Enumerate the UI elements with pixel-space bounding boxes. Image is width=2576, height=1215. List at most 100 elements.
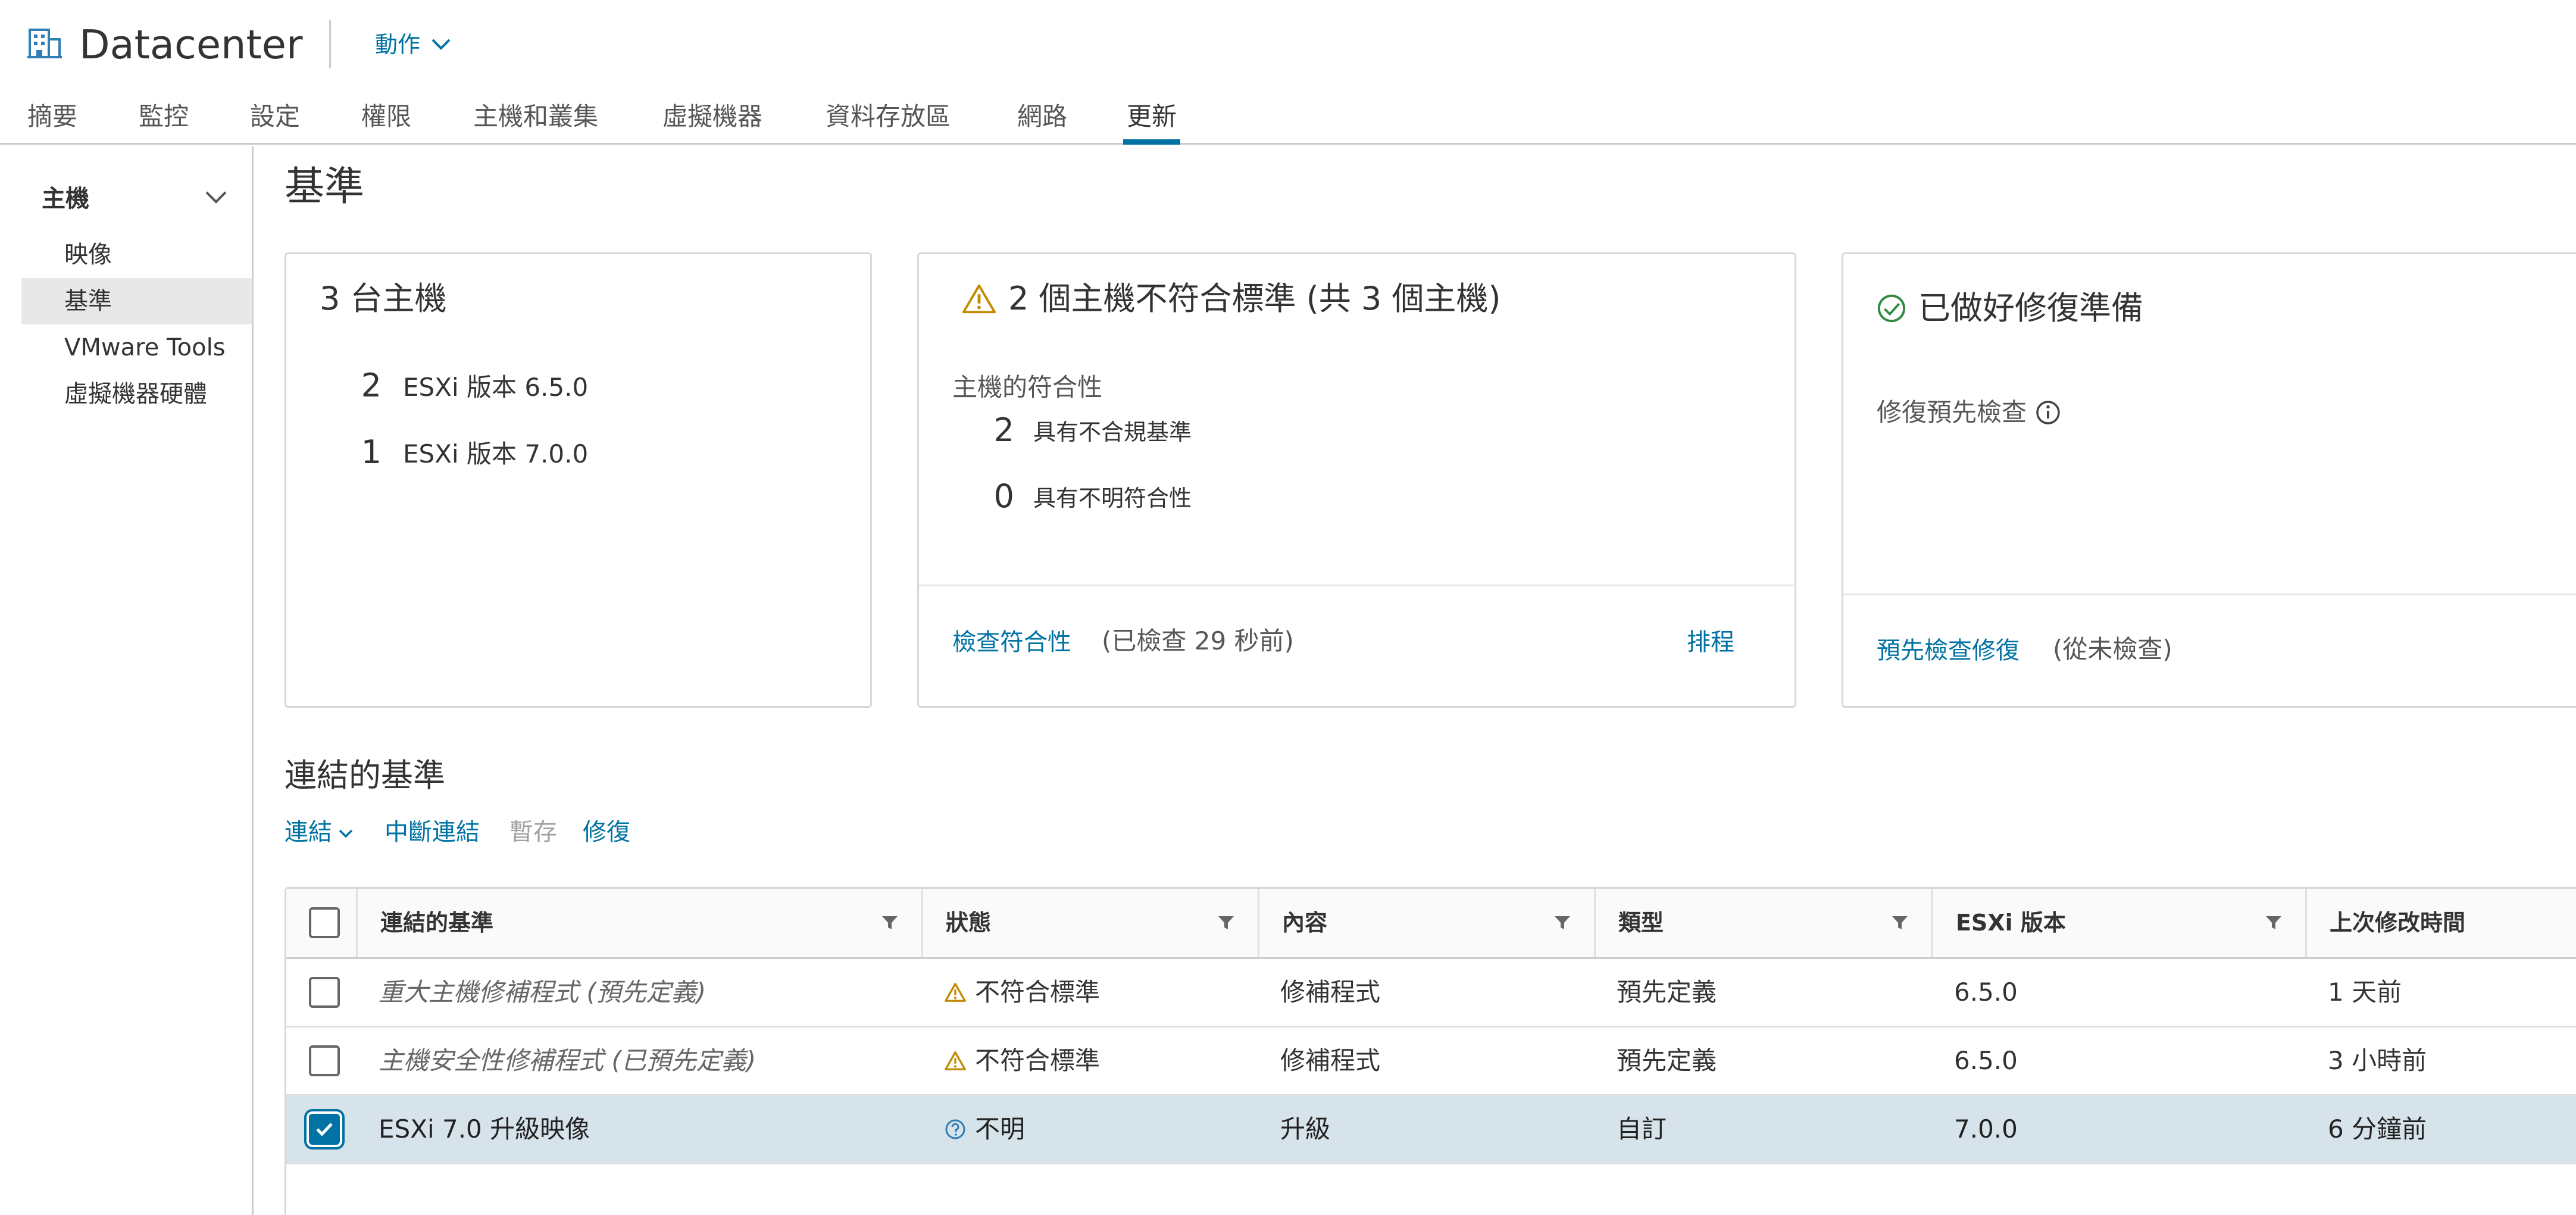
sidebar-item-images[interactable]: 映像 [21,232,252,278]
row-checkbox[interactable] [309,977,340,1008]
compliance-subtitle: 主機的符合性 [952,373,1103,402]
column-label: ESXi 版本 [1956,910,2066,936]
warning-icon [945,1051,966,1070]
column-header-baseline[interactable]: 連結的基準 [356,889,921,957]
noncompliant-count: 2 [993,411,1014,449]
unknown-label: 具有不明符合性 [1033,485,1192,511]
precheck-subtitle-row: 修復預先檢查 [1877,396,2061,429]
chevron-down-icon [339,829,353,838]
datacenter-icon [27,29,62,58]
remediate-button[interactable]: 修復 [583,816,630,849]
filter-icon[interactable] [1891,914,1909,932]
status-cell: 不符合標準 [944,959,1100,1026]
attached-baselines-title: 連結的基準 [285,757,445,794]
status-text: 不符合標準 [975,1046,1101,1075]
type-cell: 自訂 [1617,1114,1667,1144]
compliance-card: 2 個主機不符合標準 (共 3 個主機) 主機的符合性 2 具有不合規基準 0 … [917,252,1796,708]
table-row[interactable]: 重大主機修補程式 (預先定義) 不符合標準 修補程式 預先定義 6.5.0 1 … [286,959,2576,1027]
schedule-link[interactable]: 排程 [1687,626,1734,659]
status-text: 不符合標準 [975,977,1101,1007]
tab-configure[interactable]: 設定 [250,95,300,138]
tab-updates[interactable]: 更新 [1123,95,1181,145]
check-compliance-link[interactable]: 檢查符合性 [952,626,1071,659]
unknown-count: 0 [993,477,1014,515]
baseline-name-cell[interactable]: 主機安全性修補程式 (已預先定義) [379,1027,756,1094]
hosts-card-title: 3 台主機 [320,280,447,317]
type-cell: 預先定義 [1617,977,1717,1007]
column-label: 狀態 [946,910,992,936]
row-checkbox[interactable] [309,1114,340,1145]
select-all-checkbox[interactable] [309,907,340,938]
actions-label: 動作 [375,32,421,58]
column-header-last-modified[interactable]: 上次修改時間 [2305,889,2576,957]
column-header-status[interactable]: 狀態 [921,889,1258,957]
tab-summary[interactable]: 摘要 [27,95,77,138]
compliance-row: 2 具有不合規基準 [984,411,1192,449]
precheck-note: (從未檢查) [2053,635,2172,664]
attached-baselines-grid: 連結的基準 狀態 內容 類型 ESXi 版本 上次修改時間 重大主機修補程式 (… [285,887,2576,1215]
tab-vms[interactable]: 虛擬機器 [662,95,762,138]
checkmark-icon [316,1123,333,1136]
sidebar-item-vm-hardware[interactable]: 虛擬機器硬體 [21,371,252,417]
check-circle-icon [1877,294,1906,323]
content-cell: 升級 [1280,1114,1331,1144]
attach-label: 連結 [285,819,332,846]
tab-datastores[interactable]: 資料存放區 [826,95,951,138]
sidebar-item-vmware-tools[interactable]: VMware Tools [21,324,252,371]
column-header-content[interactable]: 內容 [1258,889,1594,957]
table-row[interactable]: 主機安全性修補程式 (已預先定義) 不符合標準 修補程式 預先定義 6.5.0 … [286,1027,2576,1096]
filter-icon[interactable] [1217,914,1235,932]
warning-icon [945,983,966,1002]
compliance-title-text: 2 個主機不符合標準 (共 3 個主機) [1008,280,1501,317]
esxi-version-cell: 6.5.0 [1954,977,2018,1007]
actions-menu-button[interactable]: 動作 [375,30,451,60]
table-row[interactable]: ESXi 7.0 升級映像 不明 升級 自訂 7.0.0 6 分鐘前 [286,1096,2576,1164]
tab-monitor[interactable]: 監控 [139,95,189,138]
tab-bar: 摘要 監控 設定 權限 主機和叢集 虛擬機器 資料存放區 網路 更新 [0,95,2576,145]
filter-icon[interactable] [2265,914,2283,932]
page-title: 基準 [285,163,364,210]
status-cell: 不符合標準 [944,1027,1100,1094]
hosts-version-row: 2 ESXi 版本 6.5.0 [352,366,589,404]
sidebar-item-baselines[interactable]: 基準 [21,278,252,324]
grid-header: 連結的基準 狀態 內容 類型 ESXi 版本 上次修改時間 [286,889,2576,959]
compliance-card-title: 2 個主機不符合標準 (共 3 個主機) [962,278,1501,320]
column-label: 連結的基準 [380,910,494,936]
baseline-name-cell[interactable]: ESXi 7.0 升級映像 [379,1096,590,1163]
attach-dropdown-button[interactable]: 連結 [285,816,354,849]
host-count: 2 [361,366,382,404]
hosts-summary-card: 3 台主機 2 ESXi 版本 6.5.0 1 ESXi 版本 7.0.0 [285,252,872,708]
tab-permissions[interactable]: 權限 [361,95,411,138]
filter-icon[interactable] [1553,914,1571,932]
host-version-label: ESXi 版本 6.5.0 [403,372,589,402]
esxi-version-cell: 6.5.0 [1954,1046,2018,1075]
baseline-name-cell[interactable]: 重大主機修補程式 (預先定義) [379,959,706,1026]
filter-icon[interactable] [881,914,899,932]
column-label: 類型 [1618,910,1664,936]
info-icon[interactable] [2035,399,2061,426]
tab-hosts-clusters[interactable]: 主機和叢集 [473,95,598,138]
unknown-icon [945,1119,965,1139]
sidebar: 主機 映像 基準 VMware Tools 虛擬機器硬體 [0,146,254,1215]
chevron-down-icon [432,39,451,50]
chevron-down-icon[interactable] [204,189,228,206]
status-text: 不明 [975,1114,1026,1144]
last-modified-cell: 6 分鐘前 [2328,1114,2427,1144]
last-checked-note: (已檢查 29 秒前) [1102,626,1294,655]
tab-networks[interactable]: 網路 [1017,95,1067,138]
column-header-type[interactable]: 類型 [1594,889,1931,957]
remediation-title-text: 已做好修復準備 [1918,289,2143,327]
column-header-esxi-version[interactable]: ESXi 版本 [1931,889,2305,957]
sidebar-heading-hosts[interactable]: 主機 [42,182,89,215]
content-cell: 修補程式 [1280,1046,1381,1075]
compliance-row: 0 具有不明符合性 [984,477,1192,515]
detach-button[interactable]: 中斷連結 [384,816,480,849]
remediation-card-title: 已做好修復準備 [1877,288,2143,329]
content-cell: 修補程式 [1280,977,1381,1007]
host-count: 1 [361,433,382,471]
stage-button[interactable]: 暫存 [509,816,557,849]
esxi-version-cell: 7.0.0 [1954,1114,2018,1144]
last-modified-cell: 3 小時前 [2328,1046,2427,1075]
row-checkbox[interactable] [309,1045,340,1076]
precheck-remediation-link[interactable]: 預先檢查修復 [1877,634,2019,667]
